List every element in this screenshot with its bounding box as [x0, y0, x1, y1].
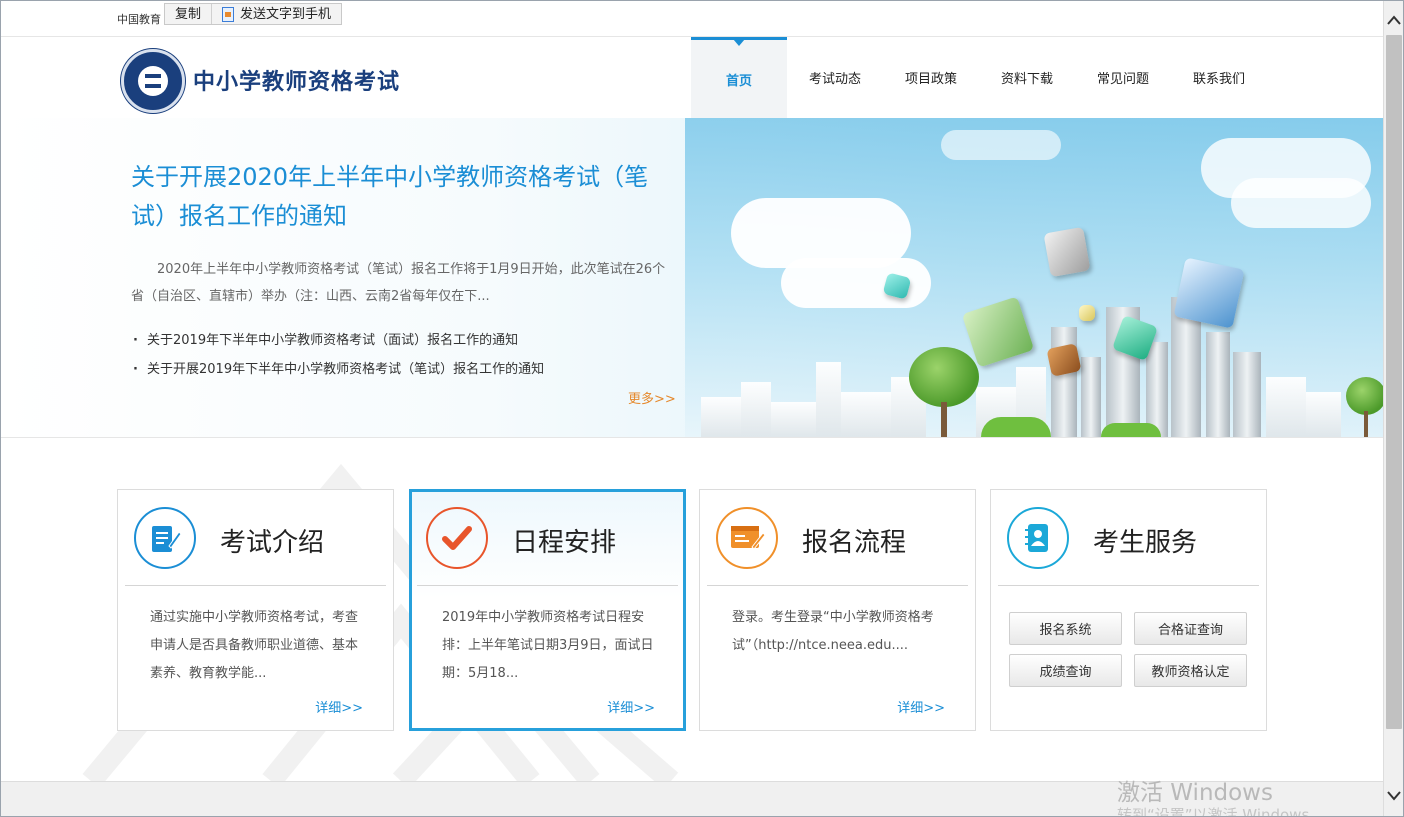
site-header: 中小学教师资格考试 首页 考试动态 项目政策 资料下载 常见问题 联系我们 [1, 37, 1385, 118]
nav-exam-news[interactable]: 考试动态 [787, 37, 883, 118]
tree-trunk [1364, 411, 1368, 437]
form-edit-icon [716, 507, 778, 569]
grass [1101, 423, 1161, 437]
news-summary: 2020年上半年中小学教师资格考试（笔试）报名工作将于1月9日开始，此次笔试在2… [131, 262, 666, 304]
scrollbar-thumb[interactable] [1386, 35, 1402, 729]
hero-banner: 关于开展2020年上半年中小学教师资格考试（笔试）报名工作的通知 2020年上半… [1, 118, 1385, 438]
brand-title[interactable]: 中小学教师资格考试 [193, 64, 400, 96]
news-block: 关于开展2020年上半年中小学教师资格考试（笔试）报名工作的通知 2020年上半… [131, 158, 671, 384]
building [841, 392, 891, 437]
scroll-up-icon[interactable] [1387, 13, 1401, 27]
teacher-qualification-button[interactable]: 教师资格认定 [1134, 654, 1247, 687]
tree-trunk [941, 402, 947, 437]
send-to-phone-icon [222, 6, 235, 22]
card-detail-link[interactable]: 详细>> [607, 697, 655, 716]
card-divider [998, 585, 1259, 586]
building [1306, 392, 1341, 437]
nav-downloads[interactable]: 资料下载 [979, 37, 1075, 118]
certificate-query-button[interactable]: 合格证查询 [1134, 612, 1247, 645]
contact-book-icon [1007, 507, 1069, 569]
card-schedule[interactable]: 日程安排 2019年中小学教师资格考试日程安排：上半年笔试日期3月9日，面试日期… [409, 489, 686, 731]
news-links: 关于2019年下半年中小学教师资格考试（面试）报名工作的通知 关于开展2019年… [131, 326, 671, 384]
news-link[interactable]: 关于2019年下半年中小学教师资格考试（面试）报名工作的通知 [131, 326, 671, 355]
checkmark-icon [426, 507, 488, 569]
registration-system-button[interactable]: 报名系统 [1009, 612, 1122, 645]
cloud [1231, 178, 1371, 228]
copy-menu-item[interactable]: 复制 [165, 4, 211, 24]
logo-book-icon [145, 74, 161, 88]
send-to-phone-label: 发送文字到手机 [240, 6, 332, 22]
score-query-button[interactable]: 成绩查询 [1009, 654, 1122, 687]
more-news-link[interactable]: 更多>> [628, 388, 676, 407]
windows-activation-subtext: 转到“设置”以激活 Windows。 [1117, 806, 1325, 817]
card-title: 日程安排 [512, 528, 617, 558]
building [1266, 377, 1306, 437]
nav-faq[interactable]: 常见问题 [1075, 37, 1171, 118]
tiny-cube-icon [1079, 305, 1095, 321]
scroll-down-icon[interactable] [1387, 789, 1401, 803]
news-headline[interactable]: 关于开展2020年上半年中小学教师资格考试（笔试）报名工作的通知 [131, 158, 671, 236]
copy-label: 复制 [175, 6, 202, 22]
nav-contact[interactable]: 联系我们 [1171, 37, 1267, 118]
nav-policy[interactable]: 项目政策 [883, 37, 979, 118]
service-buttons: 报名系统 合格证查询 成绩查询 教师资格认定 [1009, 612, 1249, 687]
vertical-scrollbar[interactable] [1383, 1, 1403, 816]
card-title: 考生服务 [1093, 528, 1198, 558]
card-body: 2019年中小学教师资格考试日程安排：上半年笔试日期3月9日，面试日期：5月18… [442, 610, 654, 681]
tree [909, 347, 979, 437]
browser-window: 中国教育 复制 发送文字到手机 中小学教师资格考试 首页 考试动态 项目政策 资… [0, 0, 1404, 817]
card-registration-process[interactable]: 报名流程 登录。考生登录“中小学教师资格考试”（http://ntce.neea… [699, 489, 976, 731]
card-divider [707, 585, 968, 586]
building [771, 402, 816, 437]
top-strip: 中国教育 复制 发送文字到手机 [1, 1, 1385, 37]
send-to-phone-menu-item[interactable]: 发送文字到手机 [211, 4, 341, 24]
card-divider [417, 585, 678, 586]
tree-crown [909, 347, 979, 407]
windows-activation-watermark: 激活 Windows [1117, 780, 1273, 806]
context-menu: 复制 发送文字到手机 [164, 3, 343, 25]
nav-home[interactable]: 首页 [691, 37, 787, 118]
building [741, 382, 771, 437]
ntce-logo[interactable] [121, 49, 185, 113]
building [816, 362, 841, 437]
card-exam-intro[interactable]: 考试介绍 通过实施中小学教师资格考试，考查申请人是否具备教师职业道德、基本素养、… [117, 489, 394, 731]
site-prefix-text: 中国教育 [117, 13, 161, 26]
main-nav: 首页 考试动态 项目政策 资料下载 常见问题 联系我们 [691, 37, 1267, 118]
tree [1346, 377, 1385, 437]
news-link[interactable]: 关于开展2019年下半年中小学教师资格考试（笔试）报名工作的通知 [131, 355, 671, 384]
card-title: 报名流程 [802, 528, 907, 558]
card-title: 考试介绍 [220, 528, 325, 558]
tower [1233, 352, 1261, 437]
card-divider [125, 585, 386, 586]
tree-crown [1346, 377, 1385, 415]
tower [1206, 332, 1230, 437]
card-body: 登录。考生登录“中小学教师资格考试”（http://ntce.neea.edu.… [732, 610, 934, 653]
building [701, 397, 741, 437]
music-cube-icon [1173, 257, 1245, 329]
grass [981, 417, 1051, 437]
piano-cube-icon [1043, 226, 1091, 278]
document-pen-icon [134, 507, 196, 569]
card-candidate-services: 考生服务 报名系统 合格证查询 成绩查询 教师资格认定 [990, 489, 1267, 731]
tower [1081, 357, 1101, 437]
cloud [941, 130, 1061, 160]
card-detail-link[interactable]: 详细>> [897, 697, 945, 716]
card-body: 通过实施中小学教师资格考试，考查申请人是否具备教师职业道德、基本素养、教育教学能… [150, 610, 359, 681]
card-detail-link[interactable]: 详细>> [315, 697, 363, 716]
